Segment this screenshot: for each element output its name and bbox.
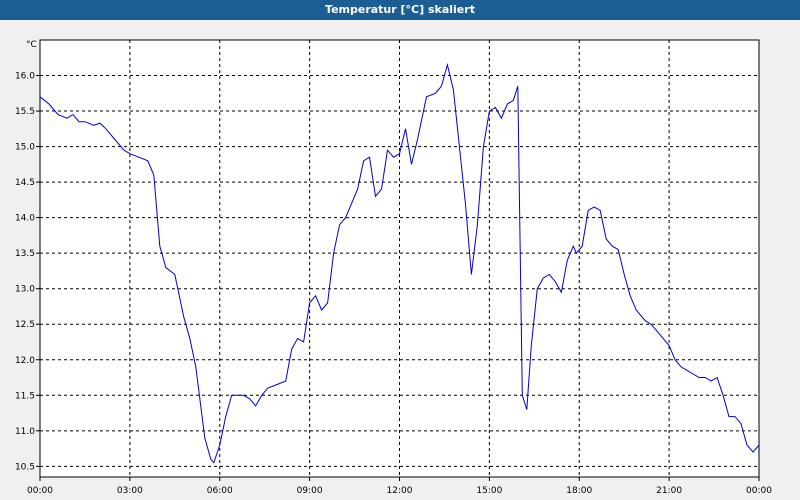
y-tick-label: 12.5 [15,320,35,330]
x-tick-time-label: 09:00 [297,486,323,496]
y-tick-label: 14.5 [15,178,35,188]
y-axis-labels: 10.5 11.0 11.5 12.0 12.5 13.0 13.5 14.0 14.5 15.0… [15,72,35,473]
y-tick-label: 11.0 [15,427,35,437]
y-tick-label: 12.0 [15,356,35,366]
x-tick-time-label: 21:00 [656,486,682,496]
x-tick-time-label: 06:00 [207,486,233,496]
x-axis-labels: 00:0025.08.1803:0025.08.1806:0025.08.180… [27,486,772,496]
y-axis-unit-label: °C [26,40,37,50]
chart-window: Temperatur [°C] skaliert 10.5 11.0 11.5 12.… [0,0,800,500]
x-tick-time-label: 03:00 [117,486,143,496]
y-tick-label: 14.0 [15,214,35,224]
x-tick-time-label: 18:00 [566,486,592,496]
y-tick-label: 15.5 [15,107,35,117]
temperature-chart: 10.5 11.0 11.5 12.0 12.5 13.0 13.5 14.0 14.5 15.0… [15,39,772,496]
x-tick-time-label: 00:00 [27,486,53,496]
y-tick-label: 10.5 [15,462,35,472]
y-tick-label: 11.5 [15,391,35,401]
x-tick-time-label: 15:00 [476,486,502,496]
y-tick-label: 13.0 [15,285,35,295]
y-tick-label: 13.5 [15,249,35,259]
window-title: Temperatur [°C] skaliert [0,0,800,20]
y-tick-label: 16.0 [15,72,35,82]
x-tick-time-label: 12:00 [387,486,413,496]
y-tick-label: 15.0 [15,143,35,153]
x-tick-time-label: 00:00 [746,486,772,496]
